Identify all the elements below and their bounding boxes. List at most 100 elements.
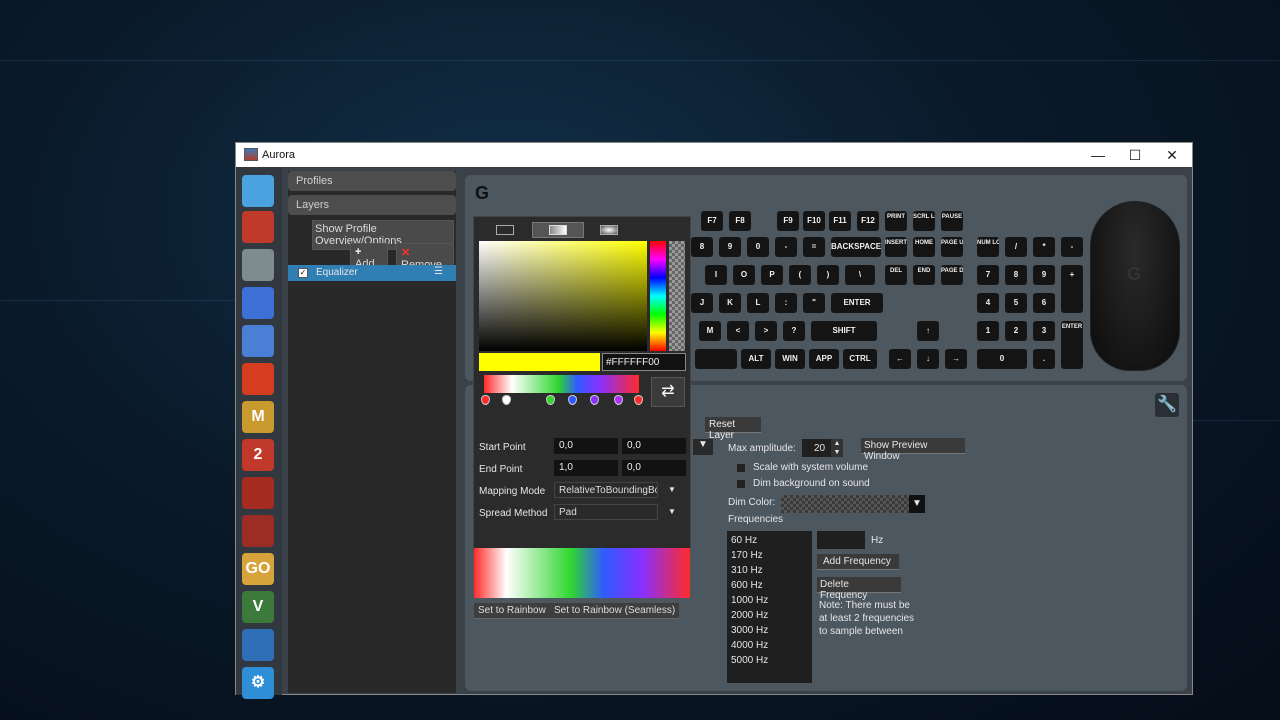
- key-home[interactable]: HOME: [913, 237, 935, 257]
- flame-icon[interactable]: [242, 363, 274, 395]
- key-backspace[interactable]: BACKSPACE: [831, 237, 881, 257]
- key-insert[interactable]: INSERT: [885, 237, 907, 257]
- key-2[interactable]: 2: [1005, 321, 1027, 341]
- key-alt[interactable]: ALT: [741, 349, 771, 369]
- saturation-value-area[interactable]: [479, 241, 647, 351]
- key--[interactable]: *: [1033, 237, 1055, 257]
- hue-slider[interactable]: [650, 241, 666, 351]
- solid-brush-tab[interactable]: [496, 225, 514, 235]
- key-page-up[interactable]: PAGE UP: [941, 237, 963, 257]
- frequency-list-item[interactable]: 170 Hz: [731, 548, 808, 563]
- key-j[interactable]: J: [691, 293, 713, 313]
- frequencies-list[interactable]: 60 Hz 170 Hz 310 Hz 600 Hz 1000 Hz 2000 Hz 300…: [727, 531, 812, 683]
- gta-v-icon[interactable]: V: [242, 591, 274, 623]
- robot-icon[interactable]: [242, 249, 274, 281]
- hex-color-input[interactable]: #FFFFFF00: [602, 353, 686, 371]
- scale-volume-checkbox[interactable]: [736, 463, 746, 473]
- hamburger-menu-icon[interactable]: ☰: [434, 266, 443, 277]
- dota-icon[interactable]: [242, 515, 274, 547]
- key-9[interactable]: 9: [719, 237, 741, 257]
- key-f8[interactable]: F8: [729, 211, 751, 231]
- key-f9[interactable]: F9: [777, 211, 799, 231]
- dim-background-checkbox[interactable]: [736, 479, 746, 489]
- set-to-rainbow-seamless-button[interactable]: Set to Rainbow (Seamless): [550, 603, 680, 619]
- start-point-y-input[interactable]: 0,0: [622, 438, 686, 454]
- key--[interactable]: ": [803, 293, 825, 313]
- gw2-icon[interactable]: 2: [242, 439, 274, 471]
- gradient-stop-handle[interactable]: [481, 395, 490, 405]
- key--[interactable]: ↑: [917, 321, 939, 341]
- key-f7[interactable]: F7: [701, 211, 723, 231]
- key-win[interactable]: WIN: [775, 349, 805, 369]
- key-7[interactable]: 7: [977, 265, 999, 285]
- dim-color-swatch[interactable]: [781, 495, 909, 513]
- key-blank[interactable]: [695, 349, 737, 369]
- key-3[interactable]: 3: [1033, 321, 1055, 341]
- dim-color-dropdown-icon[interactable]: ▼: [909, 495, 925, 513]
- reset-layer-button[interactable]: Reset Layer: [705, 417, 761, 441]
- cross-icon[interactable]: [242, 325, 274, 357]
- key-app[interactable]: APP: [809, 349, 839, 369]
- key-8[interactable]: 8: [691, 237, 713, 257]
- frequency-list-item[interactable]: 600 Hz: [731, 578, 808, 593]
- frequency-list-item[interactable]: 2000 Hz: [731, 608, 808, 623]
- end-point-x-input[interactable]: 1,0: [554, 460, 618, 476]
- key-0[interactable]: 0: [977, 349, 1027, 369]
- layers-header[interactable]: Layers: [288, 195, 456, 215]
- dropdown-arrow-icon[interactable]: ▼: [693, 439, 713, 455]
- profiles-header[interactable]: Profiles: [288, 171, 456, 191]
- key-f12[interactable]: F12: [857, 211, 879, 231]
- end-point-y-input[interactable]: 0,0: [622, 460, 686, 476]
- key-6[interactable]: 6: [1033, 293, 1055, 313]
- close-button[interactable]: ✕: [1154, 145, 1190, 165]
- key--[interactable]: ): [817, 265, 839, 285]
- key-k[interactable]: K: [719, 293, 741, 313]
- delete-frequency-button[interactable]: Delete Frequency: [817, 577, 901, 601]
- rocket-league-icon[interactable]: [242, 629, 274, 661]
- key--[interactable]: -: [775, 237, 797, 257]
- key--[interactable]: >: [755, 321, 777, 341]
- key--[interactable]: -: [1061, 237, 1083, 257]
- wrench-settings-icon[interactable]: 🔧: [1155, 393, 1179, 417]
- key-num-lock[interactable]: NUM LOCK: [977, 237, 999, 257]
- monitor-icon[interactable]: [242, 175, 274, 207]
- key--[interactable]: /: [1005, 237, 1027, 257]
- set-to-rainbow-button[interactable]: Set to Rainbow: [474, 603, 550, 619]
- key-0[interactable]: 0: [747, 237, 769, 257]
- key-ctrl[interactable]: CTRL: [843, 349, 877, 369]
- frequency-list-item[interactable]: 1000 Hz: [731, 593, 808, 608]
- gradient-stop-handle[interactable]: [590, 395, 599, 405]
- key--[interactable]: :: [775, 293, 797, 313]
- key-pause[interactable]: PAUSE: [941, 211, 963, 231]
- gradient-stops-bar[interactable]: [484, 375, 639, 393]
- radial-gradient-tab[interactable]: [600, 225, 618, 235]
- maximize-button[interactable]: ☐: [1117, 145, 1153, 165]
- key-enter[interactable]: ENTER: [831, 293, 883, 313]
- swap-arrows-icon[interactable]: ⇄: [651, 377, 685, 407]
- show-preview-window-button[interactable]: Show Preview Window: [861, 438, 965, 462]
- key--[interactable]: ↓: [917, 349, 939, 369]
- key--[interactable]: ?: [783, 321, 805, 341]
- key--[interactable]: <: [727, 321, 749, 341]
- key-page-down[interactable]: PAGE DOWN: [941, 265, 963, 285]
- key-m[interactable]: M: [699, 321, 721, 341]
- key--[interactable]: ←: [889, 349, 911, 369]
- max-amplitude-input[interactable]: 20: [802, 439, 832, 457]
- key-f10[interactable]: F10: [803, 211, 825, 231]
- key--[interactable]: =: [803, 237, 825, 257]
- key-l[interactable]: L: [747, 293, 769, 313]
- layer-item-equalizer[interactable]: ✓ Equalizer ☰: [288, 265, 456, 281]
- key--[interactable]: →: [945, 349, 967, 369]
- gradient-stop-handle[interactable]: [502, 395, 511, 405]
- planet-icon[interactable]: [242, 287, 274, 319]
- linear-gradient-tab[interactable]: [532, 222, 584, 238]
- csgo-icon[interactable]: GO: [242, 553, 274, 585]
- key-shift[interactable]: SHIFT: [811, 321, 877, 341]
- key-5[interactable]: 5: [1005, 293, 1027, 313]
- start-point-x-input[interactable]: 0,0: [554, 438, 618, 454]
- key-9[interactable]: 9: [1033, 265, 1055, 285]
- layer-enabled-checkbox[interactable]: ✓: [298, 268, 308, 278]
- spread-method-select[interactable]: Pad: [554, 504, 658, 520]
- gradient-stop-handle[interactable]: [634, 395, 643, 405]
- settings-gear-icon[interactable]: ⚙: [242, 667, 274, 699]
